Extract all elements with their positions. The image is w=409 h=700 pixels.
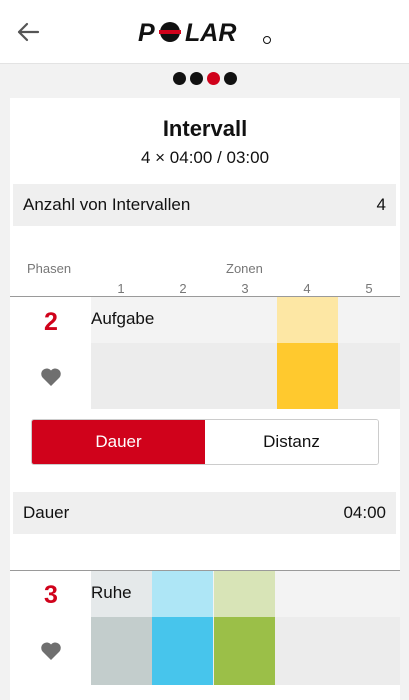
duration-row[interactable]: Dauer 04:00	[13, 492, 396, 534]
phase-bar-bottom	[91, 343, 400, 409]
page-dot-active[interactable]	[206, 72, 220, 85]
zone-3-highlight	[214, 571, 275, 617]
heart-icon	[41, 642, 61, 660]
duration-label: Dauer	[23, 503, 70, 522]
app-header: P LAR	[0, 0, 409, 64]
distance-mode-button[interactable]: Distanz	[205, 420, 378, 464]
arrow-left-icon[interactable]	[14, 18, 42, 46]
interval-count-value: 4	[376, 195, 386, 214]
svg-text:LAR: LAR	[185, 19, 236, 46]
zone-number: 5	[365, 281, 373, 296]
duration-mode-button[interactable]: Dauer	[32, 420, 205, 464]
zone-3-fill	[214, 617, 275, 685]
page-dot[interactable]	[223, 72, 237, 85]
phase-block-rest[interactable]: 3 Ruhe	[10, 570, 400, 700]
zones-header: Zonen	[226, 261, 263, 276]
interval-count-label: Anzahl von Intervallen	[23, 195, 191, 214]
workout-title: Intervall	[162, 116, 248, 141]
zone-1-fill	[91, 617, 152, 685]
page-dot[interactable]	[172, 72, 186, 85]
phase-number: 3	[44, 581, 58, 609]
polar-logo: P LAR	[138, 19, 273, 46]
phase-number: 2	[44, 308, 58, 336]
zone-2-fill	[152, 617, 213, 685]
workout-subtitle: 4 × 04:00 / 03:00	[140, 148, 270, 167]
heart-icon	[41, 368, 61, 386]
phase-block-work[interactable]: 2 Aufgabe	[10, 296, 400, 409]
zone-number: 2	[179, 281, 187, 296]
page-dot[interactable]	[189, 72, 203, 85]
phase-label: Ruhe	[91, 583, 132, 602]
page-indicator	[0, 72, 409, 88]
interval-count-row[interactable]: Anzahl von Intervallen 4	[13, 184, 396, 226]
zone-number: 4	[303, 281, 311, 296]
mode-toggle[interactable]: Dauer Distanz	[31, 419, 379, 465]
zone-number: 1	[117, 281, 125, 296]
phases-header: Phasen	[27, 261, 72, 276]
workout-card: Intervall 4 × 04:00 / 03:00 Anzahl von I…	[10, 98, 400, 700]
duration-value: 04:00	[343, 503, 386, 522]
phase-label: Aufgabe	[91, 309, 155, 328]
zone-4-highlight	[277, 297, 338, 343]
zone-number: 3	[241, 281, 249, 296]
zone-4-fill	[277, 343, 338, 409]
svg-text:P: P	[138, 19, 155, 46]
zone-2-highlight	[152, 571, 213, 617]
